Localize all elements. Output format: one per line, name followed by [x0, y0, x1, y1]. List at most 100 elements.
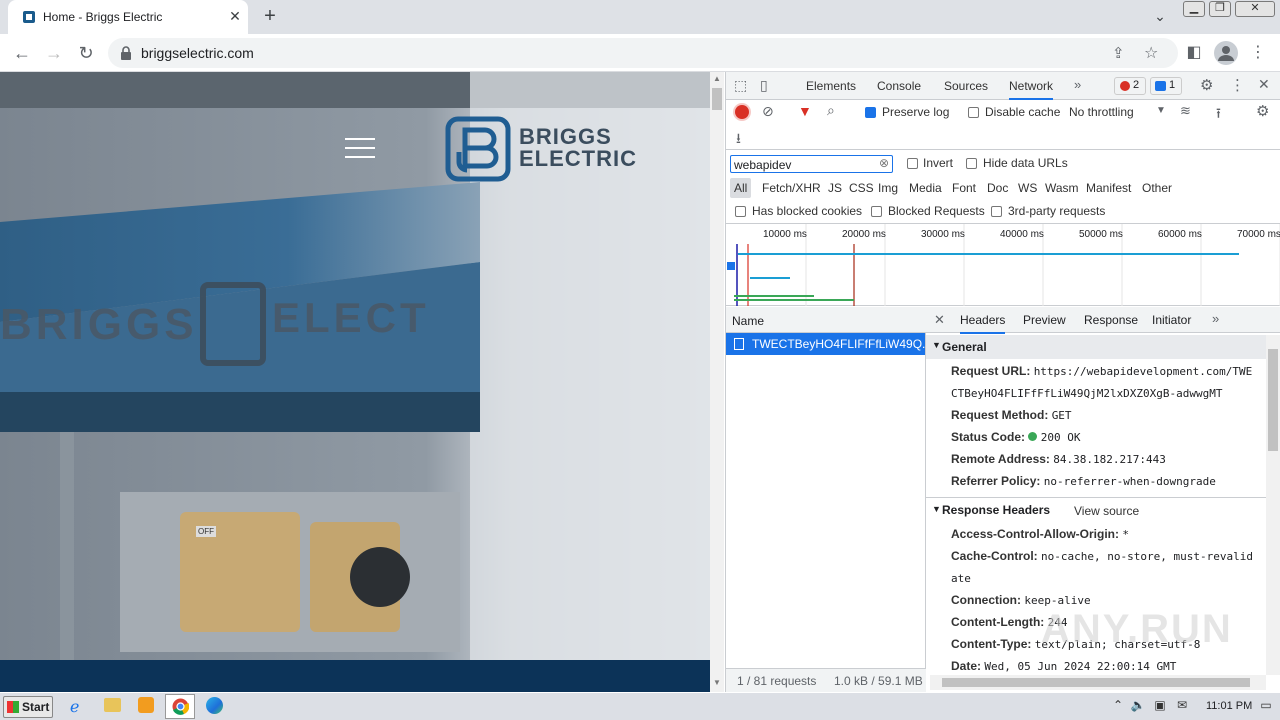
tab-initiator[interactable]: Initiator: [1152, 313, 1191, 327]
briggs-electric-logo[interactable]: BRIGGS ELECTRIC: [445, 116, 665, 182]
tab-console[interactable]: Console: [877, 72, 921, 100]
scroll-up-icon[interactable]: ▲: [713, 74, 721, 83]
start-button[interactable]: Start: [3, 696, 53, 718]
record-icon[interactable]: [735, 105, 749, 119]
clear-icon[interactable]: ⊘: [762, 103, 774, 120]
details-hscrollbar[interactable]: [930, 675, 1266, 690]
tab-elements[interactable]: Elements: [806, 72, 856, 100]
volume-icon[interactable]: 🔈: [1130, 698, 1146, 714]
throttling-select[interactable]: No throttling: [1069, 105, 1134, 119]
new-tab-button[interactable]: +: [258, 6, 282, 28]
scrollbar-thumb[interactable]: [712, 88, 722, 110]
tab-search-icon[interactable]: ⌄: [1148, 8, 1172, 26]
filter-doc[interactable]: Doc: [987, 178, 1008, 198]
more-tabs-icon[interactable]: »: [1074, 77, 1081, 92]
export-har-icon[interactable]: ⭳: [736, 128, 741, 152]
import-har-icon[interactable]: ⭱: [1216, 103, 1221, 127]
file-explorer-icon[interactable]: [104, 698, 121, 712]
tab-sources[interactable]: Sources: [944, 72, 988, 100]
device-toolbar-icon[interactable]: ▯: [760, 77, 768, 94]
filter-css[interactable]: CSS: [849, 178, 874, 198]
show-hidden-icons[interactable]: ⌃: [1110, 698, 1126, 714]
internet-explorer-icon[interactable]: ℯ: [70, 697, 79, 717]
blocked-cookies-checkbox[interactable]: [735, 206, 746, 217]
name-column-header[interactable]: Name: [726, 307, 926, 333]
tab-headers[interactable]: Headers: [960, 313, 1006, 334]
tab-network[interactable]: Network: [1009, 72, 1054, 100]
minimize-button[interactable]: ▁: [1183, 1, 1205, 17]
details-scrollbar[interactable]: [1266, 335, 1280, 675]
filter-other[interactable]: Other: [1142, 178, 1172, 198]
bookmark-star-icon[interactable]: ☆: [1144, 43, 1158, 63]
show-desktop-icon[interactable]: ▭: [1258, 698, 1274, 714]
logo-text-line1: BRIGGS: [519, 124, 612, 149]
filter-font[interactable]: Font: [952, 178, 976, 198]
throttling-dropdown-icon[interactable]: ▼: [1156, 105, 1166, 116]
hide-data-urls-checkbox[interactable]: [966, 158, 977, 169]
clear-filter-icon[interactable]: ⊗: [879, 156, 889, 170]
browser-toolbar: ← → ↻ briggselectric.com ⇪ ☆ ◧ ⋮: [0, 34, 1280, 72]
invert-checkbox[interactable]: [907, 158, 918, 169]
view-source-link[interactable]: View source: [1074, 504, 1139, 518]
general-section-header[interactable]: ▼ General: [926, 335, 1266, 359]
chrome-taskbar-button[interactable]: [165, 694, 195, 719]
third-party-checkbox[interactable]: [991, 206, 1002, 217]
preserve-log-checkbox[interactable]: [865, 107, 876, 118]
filter-icon[interactable]: ▼: [798, 103, 812, 119]
blocked-requests-checkbox[interactable]: [871, 206, 882, 217]
back-button[interactable]: ←: [10, 41, 34, 65]
share-icon[interactable]: ⇪: [1112, 44, 1125, 62]
disable-cache-checkbox[interactable]: [968, 107, 979, 118]
message-count-badge[interactable]: 1: [1150, 77, 1182, 95]
network-conditions-icon[interactable]: ≋: [1180, 103, 1191, 119]
filter-ws[interactable]: WS: [1018, 178, 1037, 198]
filter-fetch-xhr[interactable]: Fetch/XHR: [762, 178, 821, 198]
close-details-icon[interactable]: ✕: [934, 312, 945, 328]
menu-kebab-icon[interactable]: ⋮: [1246, 41, 1270, 65]
forward-button[interactable]: →: [42, 41, 66, 65]
filter-all[interactable]: All: [730, 178, 752, 198]
filter-media[interactable]: Media: [909, 178, 942, 198]
action-center-icon[interactable]: ✉: [1174, 698, 1190, 714]
request-row-selected[interactable]: TWECTBeyHO4FLIFfFfLiW49Q...: [726, 333, 932, 355]
details-hscrollbar-thumb[interactable]: [942, 678, 1250, 687]
settings-gear-icon[interactable]: ⚙: [1200, 76, 1213, 94]
web-page-hero: BRIGGS ELECT OFF BRIGGS ELECTRIC: [0, 72, 710, 692]
profile-avatar[interactable]: [1214, 41, 1238, 65]
edge-icon[interactable]: [206, 697, 223, 714]
filter-js[interactable]: JS: [828, 178, 842, 198]
tab-response[interactable]: Response: [1084, 313, 1138, 327]
response-header-row: Connection: keep-alive: [951, 593, 1091, 607]
browser-tab[interactable]: Home - Briggs Electric ✕: [8, 0, 248, 34]
tab-preview[interactable]: Preview: [1023, 313, 1066, 327]
restore-button[interactable]: ❐: [1209, 1, 1231, 17]
hamburger-menu-icon[interactable]: [345, 138, 377, 160]
more-detail-tabs-icon[interactable]: »: [1212, 311, 1219, 326]
clock[interactable]: 11:01 PM: [1206, 700, 1252, 712]
close-window-button[interactable]: ✕: [1235, 1, 1275, 17]
network-settings-icon[interactable]: ⚙: [1256, 102, 1269, 120]
details-scrollbar-thumb[interactable]: [1268, 349, 1278, 451]
inspect-element-icon[interactable]: ⬚: [734, 77, 747, 94]
filter-manifest[interactable]: Manifest: [1086, 178, 1131, 198]
error-count-badge[interactable]: 2: [1114, 77, 1146, 95]
filter-img[interactable]: Img: [878, 178, 898, 198]
devtools-menu-icon[interactable]: ⋮: [1230, 76, 1245, 94]
blocked-requests-label: Blocked Requests: [888, 204, 985, 218]
search-icon[interactable]: ⌕: [827, 102, 835, 119]
timeline-overview[interactable]: 10000 ms 20000 ms 30000 ms 40000 ms 5000…: [726, 224, 1280, 306]
close-tab-icon[interactable]: ✕: [226, 7, 244, 25]
section-divider: [926, 497, 1266, 498]
close-devtools-icon[interactable]: ✕: [1258, 76, 1270, 93]
media-player-icon[interactable]: [138, 697, 154, 713]
side-panel-icon[interactable]: ◧: [1182, 41, 1206, 65]
scroll-down-icon[interactable]: ▼: [713, 678, 721, 687]
network-icon[interactable]: ▣: [1152, 698, 1168, 714]
address-bar[interactable]: briggselectric.com ⇪ ☆: [108, 38, 1178, 68]
filter-input[interactable]: webapidev ⊗: [730, 155, 893, 173]
filter-wasm[interactable]: Wasm: [1045, 178, 1079, 198]
reload-button[interactable]: ↻: [74, 41, 98, 65]
response-headers-section-header[interactable]: ▼ Response Headers View source: [926, 499, 1266, 523]
page-scrollbar[interactable]: ▲ ▼: [710, 72, 724, 692]
request-details: ✕ Headers Preview Response Initiator » ▼…: [926, 307, 1280, 692]
